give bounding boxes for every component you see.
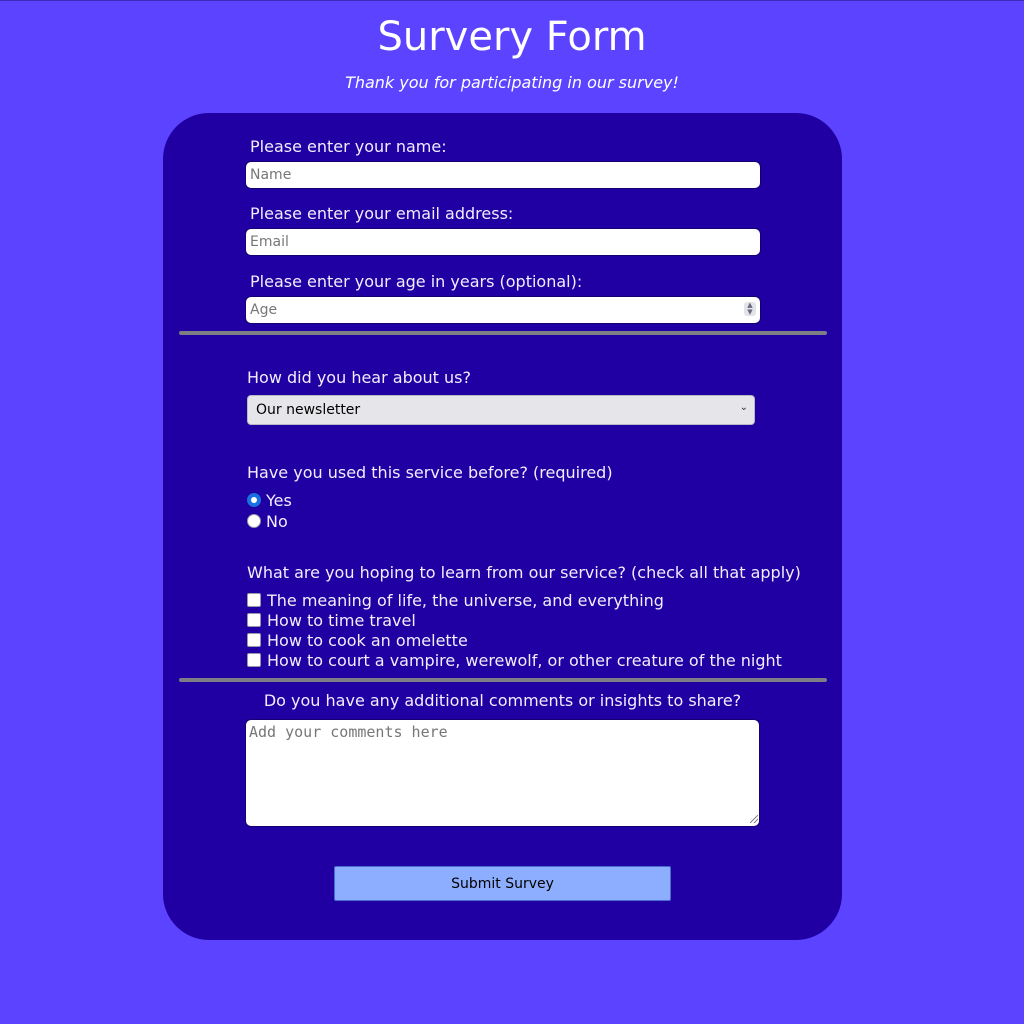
name-label: Please enter your name:	[250, 137, 447, 156]
age-stepper-icon[interactable]: ▲ ▼	[744, 302, 756, 316]
checkbox-time-travel[interactable]	[247, 613, 261, 627]
radio-no-label[interactable]: No	[266, 512, 288, 531]
email-label: Please enter your email address:	[250, 204, 514, 223]
learn-label: What are you hoping to learn from our se…	[247, 563, 801, 582]
section-divider	[179, 331, 827, 335]
referral-selected-value: Our newsletter	[256, 402, 361, 418]
used-before-label: Have you used this service before? (requ…	[247, 463, 613, 482]
checkbox-time-travel-label[interactable]: How to time travel	[267, 611, 416, 630]
radio-no[interactable]	[247, 514, 261, 528]
radio-yes[interactable]	[247, 493, 261, 507]
referral-label: How did you hear about us?	[247, 368, 471, 387]
checkbox-omelette-label[interactable]: How to cook an omelette	[267, 631, 468, 650]
checkbox-meaning-of-life-label[interactable]: The meaning of life, the universe, and e…	[267, 591, 664, 610]
submit-survey-button[interactable]: Submit Survey	[334, 866, 671, 901]
resize-grip-icon[interactable]	[750, 815, 758, 823]
age-input[interactable]	[245, 296, 761, 324]
email-input[interactable]	[245, 228, 761, 256]
page-title: Survery Form	[377, 14, 647, 60]
survey-form-card: Please enter your name: Please enter you…	[163, 113, 842, 940]
radio-yes-label[interactable]: Yes	[266, 491, 292, 510]
chevron-down-icon: ⌄	[739, 402, 748, 413]
checkbox-omelette[interactable]	[247, 633, 261, 647]
section-divider	[179, 678, 827, 682]
top-border	[0, 0, 1024, 1]
comments-label: Do you have any additional comments or i…	[263, 691, 742, 710]
age-label: Please enter your age in years (optional…	[250, 272, 583, 291]
checkbox-vampire[interactable]	[247, 653, 261, 667]
referral-select[interactable]: Our newsletter ⌄	[247, 395, 755, 425]
checkbox-meaning-of-life[interactable]	[247, 593, 261, 607]
comments-textarea[interactable]	[245, 719, 760, 827]
checkbox-vampire-label[interactable]: How to court a vampire, werewolf, or oth…	[267, 651, 782, 670]
age-field: ▲▼	[245, 296, 761, 324]
page-subtitle: Thank you for participating in our surve…	[345, 73, 679, 92]
name-input[interactable]	[245, 161, 761, 189]
